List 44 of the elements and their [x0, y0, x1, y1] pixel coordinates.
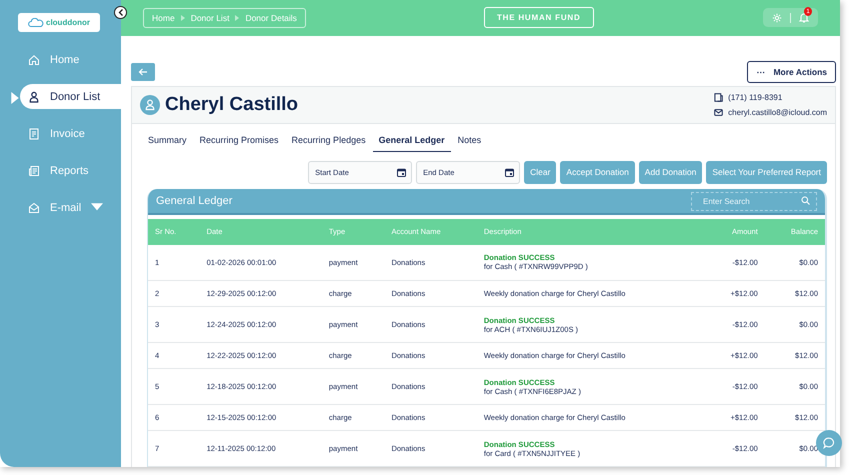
chevron-icon	[180, 14, 185, 21]
pointer-icon	[9, 92, 21, 104]
tab[interactable]: Summary	[142, 132, 193, 152]
tab[interactable]: Recurring Pledges	[286, 132, 372, 152]
chat-bubble-icon	[823, 437, 835, 449]
logo: clouddonor	[18, 13, 100, 32]
organization-button[interactable]: THE HUMAN FUND	[484, 7, 594, 28]
breadcrumb-link[interactable]: Donor List	[190, 12, 230, 23]
accept-donation-button[interactable]: Accept Donation	[560, 160, 635, 184]
search-field[interactable]: Enter Search	[691, 192, 817, 211]
back-button[interactable]	[131, 62, 155, 80]
calendar-icon[interactable]	[397, 168, 406, 176]
sidebar-item[interactable]: Reports	[20, 158, 121, 183]
email-address: cheryl.castillo8@icloud.com	[728, 108, 827, 116]
newspaper-icon	[28, 164, 40, 176]
home-icon	[28, 54, 40, 66]
mail-icon	[714, 108, 724, 116]
panel-title: General Ledger	[156, 194, 232, 206]
breadcrumb-link[interactable]: Donor Details	[245, 12, 297, 23]
search-icon[interactable]	[801, 196, 810, 205]
tab[interactable]: Recurring Promises	[194, 132, 285, 152]
phone-book-icon	[714, 92, 724, 102]
arrow-left-icon	[138, 68, 148, 76]
tab[interactable]: Notes	[452, 132, 488, 152]
more-actions-button[interactable]: ⋯ More Actions	[747, 60, 836, 82]
cloud-icon	[28, 18, 44, 27]
avatar-icon	[140, 94, 160, 114]
person-icon	[28, 90, 40, 102]
chevron-left-icon	[118, 9, 124, 16]
sidebar-item[interactable]: Home	[20, 47, 121, 72]
tab[interactable]: General Ledger	[372, 132, 451, 152]
donor-name: Cheryl Castillo	[165, 94, 298, 116]
calendar-icon[interactable]	[505, 168, 514, 176]
add-donation-button[interactable]: Add Donation	[638, 160, 702, 184]
breadcrumb-link[interactable]: Home	[152, 12, 175, 23]
sidebar-item[interactable]: Invoice	[20, 121, 121, 146]
mail-icon	[28, 202, 40, 214]
phone-number: (171) 119-8391	[728, 92, 782, 102]
bell-icon[interactable]	[799, 12, 809, 24]
document-icon	[28, 128, 40, 140]
report-button[interactable]: Select Your Preferred Report	[706, 160, 827, 184]
clear-button[interactable]: Clear	[524, 160, 556, 184]
sidebar-item[interactable]: E-mail	[20, 195, 121, 220]
chevron-icon	[235, 14, 240, 21]
